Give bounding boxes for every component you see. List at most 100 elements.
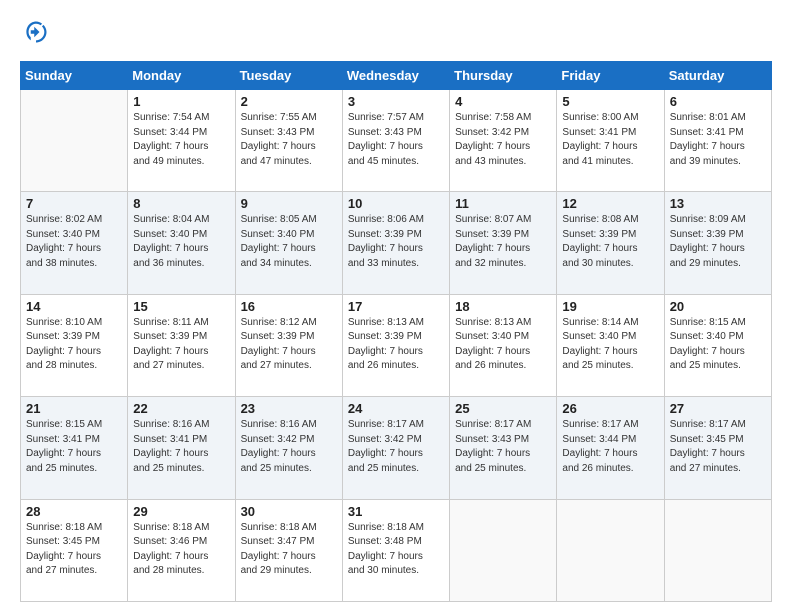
day-info: Sunrise: 7:58 AM Sunset: 3:42 PM Dayligh… — [455, 111, 551, 169]
day-number: 1 — [133, 94, 229, 109]
calendar-cell: 14 Sunrise: 8:10 AM Sunset: 3:39 PM Dayli… — [21, 294, 128, 396]
calendar-table: SundayMondayTuesdayWednesdayThursdayFrid… — [20, 61, 772, 602]
day-info: Sunrise: 8:06 AM Sunset: 3:39 PM Dayligh… — [348, 213, 444, 271]
day-number: 19 — [562, 299, 658, 314]
day-number: 10 — [348, 196, 444, 211]
day-info: Sunrise: 8:13 AM Sunset: 3:40 PM Dayligh… — [455, 316, 551, 374]
calendar-cell: 25 Sunrise: 8:17 AM Sunset: 3:43 PM Dayli… — [450, 397, 557, 499]
day-info: Sunrise: 8:15 AM Sunset: 3:41 PM Dayligh… — [26, 418, 122, 476]
calendar-cell — [21, 90, 128, 192]
logo — [20, 18, 50, 51]
day-info: Sunrise: 8:07 AM Sunset: 3:39 PM Dayligh… — [455, 213, 551, 271]
day-number: 23 — [241, 401, 337, 416]
day-number: 20 — [670, 299, 766, 314]
day-number: 8 — [133, 196, 229, 211]
day-number: 21 — [26, 401, 122, 416]
day-info: Sunrise: 7:55 AM Sunset: 3:43 PM Dayligh… — [241, 111, 337, 169]
calendar-cell: 7 Sunrise: 8:02 AM Sunset: 3:40 PM Daylig… — [21, 192, 128, 294]
calendar-cell: 13 Sunrise: 8:09 AM Sunset: 3:39 PM Dayli… — [664, 192, 771, 294]
day-info: Sunrise: 8:17 AM Sunset: 3:43 PM Dayligh… — [455, 418, 551, 476]
day-number: 7 — [26, 196, 122, 211]
day-info: Sunrise: 8:17 AM Sunset: 3:42 PM Dayligh… — [348, 418, 444, 476]
day-info: Sunrise: 8:11 AM Sunset: 3:39 PM Dayligh… — [133, 316, 229, 374]
day-number: 25 — [455, 401, 551, 416]
calendar-cell: 5 Sunrise: 8:00 AM Sunset: 3:41 PM Daylig… — [557, 90, 664, 192]
day-number: 14 — [26, 299, 122, 314]
calendar-cell: 29 Sunrise: 8:18 AM Sunset: 3:46 PM Dayli… — [128, 499, 235, 601]
day-info: Sunrise: 8:01 AM Sunset: 3:41 PM Dayligh… — [670, 111, 766, 169]
calendar-cell: 11 Sunrise: 8:07 AM Sunset: 3:39 PM Dayli… — [450, 192, 557, 294]
calendar-cell: 3Sunrise: 7:57 AM Sunset: 3:43 PM Daylig… — [342, 90, 449, 192]
day-info: Sunrise: 8:00 AM Sunset: 3:41 PM Dayligh… — [562, 111, 658, 169]
day-info: Sunrise: 8:02 AM Sunset: 3:40 PM Dayligh… — [26, 213, 122, 271]
day-info: Sunrise: 8:09 AM Sunset: 3:39 PM Dayligh… — [670, 213, 766, 271]
day-info: Sunrise: 8:18 AM Sunset: 3:46 PM Dayligh… — [133, 521, 229, 579]
day-number: 2 — [241, 94, 337, 109]
day-info: Sunrise: 8:18 AM Sunset: 3:47 PM Dayligh… — [241, 521, 337, 579]
calendar-week-row: 14 Sunrise: 8:10 AM Sunset: 3:39 PM Dayli… — [21, 294, 772, 396]
calendar-cell — [450, 499, 557, 601]
calendar-week-row: 7 Sunrise: 8:02 AM Sunset: 3:40 PM Daylig… — [21, 192, 772, 294]
calendar-header-sunday: Sunday — [21, 62, 128, 90]
day-info: Sunrise: 8:13 AM Sunset: 3:39 PM Dayligh… — [348, 316, 444, 374]
logo-icon — [22, 18, 50, 46]
day-info: Sunrise: 8:16 AM Sunset: 3:41 PM Dayligh… — [133, 418, 229, 476]
calendar-cell: 23Sunrise: 8:16 AM Sunset: 3:42 PM Dayli… — [235, 397, 342, 499]
calendar-week-row: 28 Sunrise: 8:18 AM Sunset: 3:45 PM Dayli… — [21, 499, 772, 601]
day-info: Sunrise: 8:14 AM Sunset: 3:40 PM Dayligh… — [562, 316, 658, 374]
calendar-cell: 27 Sunrise: 8:17 AM Sunset: 3:45 PM Dayli… — [664, 397, 771, 499]
day-number: 4 — [455, 94, 551, 109]
calendar-header-thursday: Thursday — [450, 62, 557, 90]
calendar-cell: 9 Sunrise: 8:05 AM Sunset: 3:40 PM Daylig… — [235, 192, 342, 294]
day-number: 6 — [670, 94, 766, 109]
day-info: Sunrise: 8:17 AM Sunset: 3:45 PM Dayligh… — [670, 418, 766, 476]
header — [20, 18, 772, 51]
calendar-cell: 16Sunrise: 8:12 AM Sunset: 3:39 PM Dayli… — [235, 294, 342, 396]
calendar-cell: 10 Sunrise: 8:06 AM Sunset: 3:39 PM Dayli… — [342, 192, 449, 294]
day-number: 29 — [133, 504, 229, 519]
day-number: 15 — [133, 299, 229, 314]
day-info: Sunrise: 8:10 AM Sunset: 3:39 PM Dayligh… — [26, 316, 122, 374]
calendar-cell: 21 Sunrise: 8:15 AM Sunset: 3:41 PM Dayli… — [21, 397, 128, 499]
calendar-header-wednesday: Wednesday — [342, 62, 449, 90]
day-number: 11 — [455, 196, 551, 211]
day-number: 17 — [348, 299, 444, 314]
day-number: 31 — [348, 504, 444, 519]
day-number: 30 — [241, 504, 337, 519]
calendar-cell: 31 Sunrise: 8:18 AM Sunset: 3:48 PM Dayli… — [342, 499, 449, 601]
day-info: Sunrise: 8:05 AM Sunset: 3:40 PM Dayligh… — [241, 213, 337, 271]
calendar-cell — [557, 499, 664, 601]
calendar-cell: 12 Sunrise: 8:08 AM Sunset: 3:39 PM Dayli… — [557, 192, 664, 294]
calendar-cell: 26 Sunrise: 8:17 AM Sunset: 3:44 PM Dayli… — [557, 397, 664, 499]
calendar-cell: 22 Sunrise: 8:16 AM Sunset: 3:41 PM Dayli… — [128, 397, 235, 499]
calendar-cell: 8 Sunrise: 8:04 AM Sunset: 3:40 PM Daylig… — [128, 192, 235, 294]
calendar-cell: 19 Sunrise: 8:14 AM Sunset: 3:40 PM Dayli… — [557, 294, 664, 396]
day-number: 5 — [562, 94, 658, 109]
calendar-header-row: SundayMondayTuesdayWednesdayThursdayFrid… — [21, 62, 772, 90]
calendar-cell: 17 Sunrise: 8:13 AM Sunset: 3:39 PM Dayli… — [342, 294, 449, 396]
day-number: 22 — [133, 401, 229, 416]
day-info: Sunrise: 8:15 AM Sunset: 3:40 PM Dayligh… — [670, 316, 766, 374]
day-info: Sunrise: 7:57 AM Sunset: 3:43 PM Dayligh… — [348, 111, 444, 169]
calendar-week-row: 21 Sunrise: 8:15 AM Sunset: 3:41 PM Dayli… — [21, 397, 772, 499]
day-number: 28 — [26, 504, 122, 519]
day-info: Sunrise: 8:18 AM Sunset: 3:48 PM Dayligh… — [348, 521, 444, 579]
day-number: 24 — [348, 401, 444, 416]
day-number: 13 — [670, 196, 766, 211]
calendar-cell: 24 Sunrise: 8:17 AM Sunset: 3:42 PM Dayli… — [342, 397, 449, 499]
day-number: 12 — [562, 196, 658, 211]
day-number: 27 — [670, 401, 766, 416]
day-info: Sunrise: 8:08 AM Sunset: 3:39 PM Dayligh… — [562, 213, 658, 271]
calendar-header-friday: Friday — [557, 62, 664, 90]
calendar-cell: 15 Sunrise: 8:11 AM Sunset: 3:39 PM Dayli… — [128, 294, 235, 396]
calendar-cell: 4 Sunrise: 7:58 AM Sunset: 3:42 PM Daylig… — [450, 90, 557, 192]
calendar-cell: 1 Sunrise: 7:54 AM Sunset: 3:44 PM Daylig… — [128, 90, 235, 192]
day-info: Sunrise: 8:17 AM Sunset: 3:44 PM Dayligh… — [562, 418, 658, 476]
day-info: Sunrise: 7:54 AM Sunset: 3:44 PM Dayligh… — [133, 111, 229, 169]
day-info: Sunrise: 8:04 AM Sunset: 3:40 PM Dayligh… — [133, 213, 229, 271]
day-number: 9 — [241, 196, 337, 211]
day-number: 26 — [562, 401, 658, 416]
page: SundayMondayTuesdayWednesdayThursdayFrid… — [0, 0, 792, 612]
day-info: Sunrise: 8:18 AM Sunset: 3:45 PM Dayligh… — [26, 521, 122, 579]
calendar-header-tuesday: Tuesday — [235, 62, 342, 90]
